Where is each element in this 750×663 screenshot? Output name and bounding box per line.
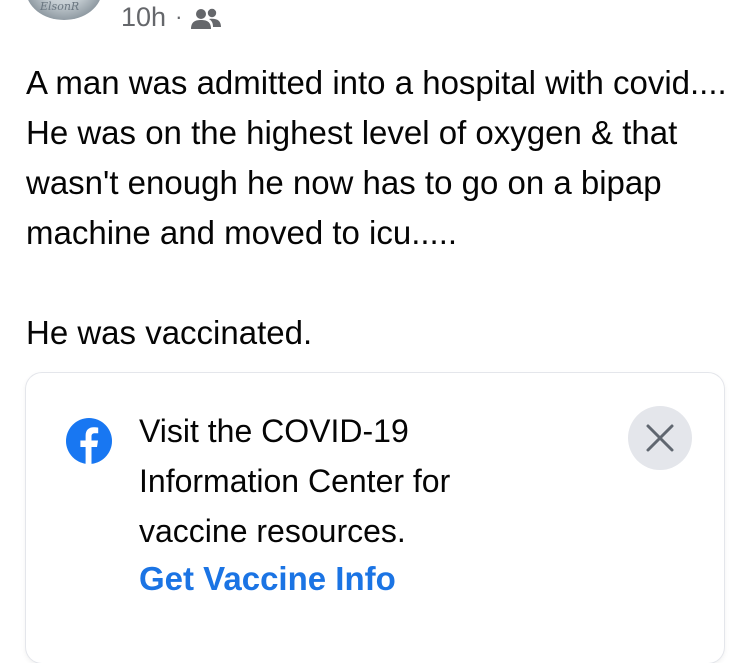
close-button[interactable] — [628, 406, 692, 470]
facebook-icon — [66, 418, 112, 464]
post-meta: 10h · — [121, 2, 222, 32]
author-avatar[interactable]: ElsonR — [26, 0, 102, 20]
friends-icon[interactable] — [190, 6, 222, 29]
avatar-signature: ElsonR — [40, 0, 80, 13]
close-icon — [646, 424, 674, 452]
post-timestamp[interactable]: 10h — [121, 2, 166, 33]
get-vaccine-info-link[interactable]: Get Vaccine Info — [139, 560, 396, 598]
meta-separator: · — [175, 4, 183, 29]
info-card-message: Visit the COVID-19 Information Center fo… — [139, 413, 451, 549]
covid-info-card: Visit the COVID-19 Information Center fo… — [26, 373, 724, 663]
post-body-text: A man was admitted into a hospital with … — [26, 64, 727, 351]
